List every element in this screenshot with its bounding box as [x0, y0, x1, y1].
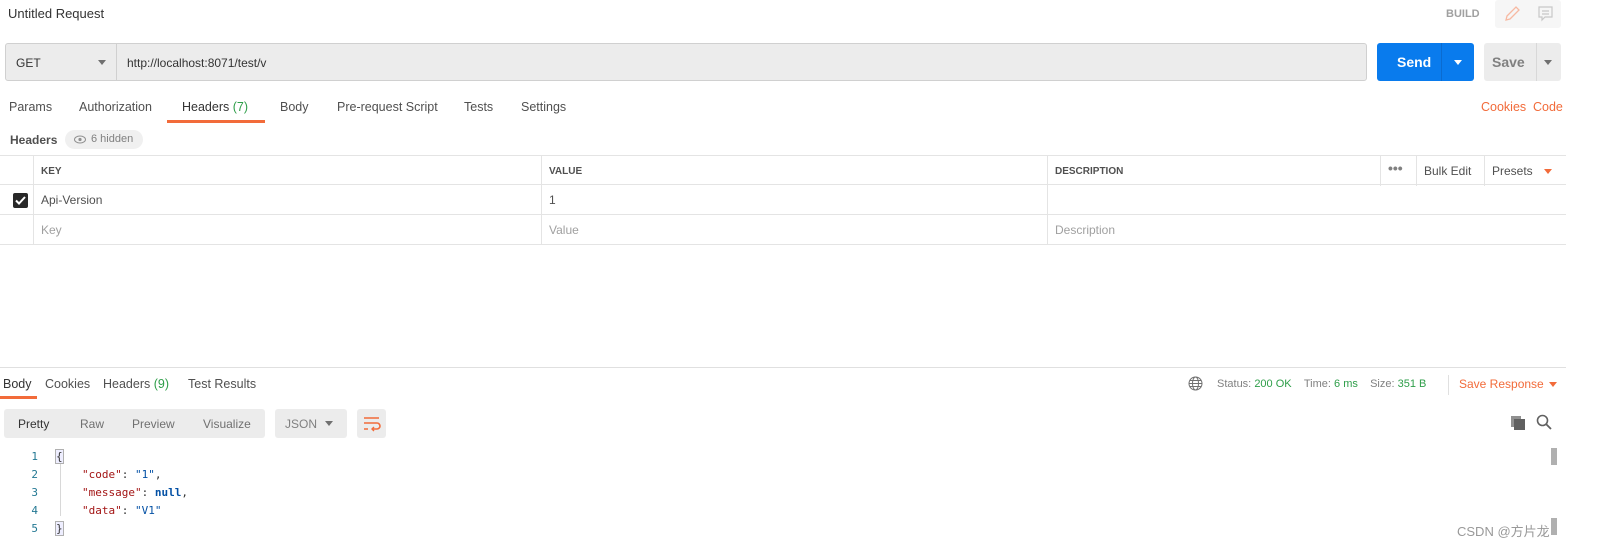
- table-row: Api-Version 1: [0, 185, 1566, 215]
- chevron-down-icon: [98, 60, 106, 65]
- pane-divider[interactable]: [0, 367, 1566, 368]
- hidden-headers-toggle[interactable]: 6 hidden: [65, 130, 144, 149]
- more-icon[interactable]: •••: [1380, 156, 1416, 186]
- row-checkbox[interactable]: [13, 193, 28, 208]
- column-key: KEY: [33, 156, 541, 186]
- globe-icon[interactable]: [1188, 376, 1203, 391]
- url-input[interactable]: http://localhost:8071/test/v: [116, 43, 1367, 81]
- response-tab-test-results[interactable]: Test Results: [188, 377, 256, 391]
- view-preview[interactable]: Preview: [132, 417, 175, 431]
- headers-label: Headers: [10, 133, 58, 147]
- size-value: 351 B: [1397, 378, 1427, 390]
- save-dropdown-icon[interactable]: [1544, 60, 1552, 65]
- column-description: DESCRIPTION: [1047, 156, 1380, 186]
- header-key-input[interactable]: Api-Version: [33, 185, 541, 215]
- new-value-input[interactable]: Value: [541, 215, 1047, 245]
- save-response-button[interactable]: Save Response: [1459, 377, 1557, 391]
- wrap-lines-button[interactable]: [357, 409, 386, 438]
- view-raw[interactable]: Raw: [80, 417, 104, 431]
- new-description-input[interactable]: Description: [1047, 215, 1566, 245]
- active-response-tab-indicator: [0, 396, 37, 399]
- watermark: CSDN @方片龙: [1457, 524, 1550, 539]
- search-icon[interactable]: [1536, 414, 1552, 430]
- code-link[interactable]: Code: [1533, 100, 1563, 114]
- wrap-icon: [364, 417, 381, 432]
- tab-settings[interactable]: Settings: [521, 100, 566, 114]
- header-description-input[interactable]: [1047, 185, 1566, 215]
- side-icons: [1495, 0, 1561, 28]
- status-value: 200 OK: [1254, 378, 1292, 390]
- table-row-new: Key Value Description: [0, 215, 1566, 245]
- save-button[interactable]: Save: [1484, 43, 1561, 81]
- view-mode-tabs: Pretty Raw Preview Visualize: [4, 409, 265, 438]
- response-tab-headers[interactable]: Headers (9): [103, 377, 169, 391]
- tab-params[interactable]: Params: [9, 100, 52, 114]
- copy-icon[interactable]: [1510, 415, 1526, 431]
- cookies-link[interactable]: Cookies: [1481, 100, 1526, 114]
- response-body[interactable]: { "code": "1", "message": null, "data": …: [55, 448, 188, 538]
- comment-icon[interactable]: [1537, 5, 1555, 23]
- new-key-input[interactable]: Key: [33, 215, 541, 245]
- column-value: VALUE: [541, 156, 1047, 186]
- method-select[interactable]: GET: [5, 43, 117, 81]
- time-value: 6 ms: [1334, 378, 1358, 390]
- chevron-down-icon: [1544, 169, 1552, 174]
- tab-body[interactable]: Body: [280, 100, 309, 114]
- presets-button[interactable]: Presets: [1484, 156, 1566, 186]
- edit-icon[interactable]: [1503, 5, 1521, 23]
- scrollbar-top[interactable]: [1551, 448, 1557, 465]
- format-select[interactable]: JSON: [275, 409, 347, 438]
- send-dropdown-icon[interactable]: [1454, 60, 1462, 65]
- build-mode-label[interactable]: BUILD: [1446, 8, 1480, 20]
- check-icon: [15, 196, 26, 205]
- send-button[interactable]: Send: [1377, 43, 1474, 81]
- tab-authorization[interactable]: Authorization: [79, 100, 152, 114]
- tab-headers[interactable]: Headers (7): [182, 100, 248, 114]
- tab-pre-request-script[interactable]: Pre-request Script: [337, 100, 438, 114]
- eye-icon: [74, 135, 86, 144]
- chevron-down-icon: [325, 421, 333, 426]
- line-numbers: 12345: [31, 450, 38, 535]
- response-meta: Status: 200 OK Time: 6 ms Size: 351 B: [1217, 378, 1427, 390]
- request-title[interactable]: Untitled Request: [8, 6, 104, 21]
- bulk-edit-button[interactable]: Bulk Edit: [1416, 156, 1484, 186]
- tab-tests[interactable]: Tests: [464, 100, 493, 114]
- response-tab-cookies[interactable]: Cookies: [45, 377, 90, 391]
- chevron-down-icon: [1549, 382, 1557, 387]
- header-value-input[interactable]: 1: [541, 185, 1047, 215]
- view-pretty[interactable]: Pretty: [18, 417, 49, 431]
- response-tab-body[interactable]: Body: [3, 377, 32, 391]
- scrollbar-bottom[interactable]: [1551, 518, 1557, 535]
- table-header: KEY VALUE DESCRIPTION ••• Bulk Edit Pres…: [0, 155, 1566, 186]
- active-tab-indicator: [167, 120, 265, 123]
- view-visualize[interactable]: Visualize: [203, 417, 251, 431]
